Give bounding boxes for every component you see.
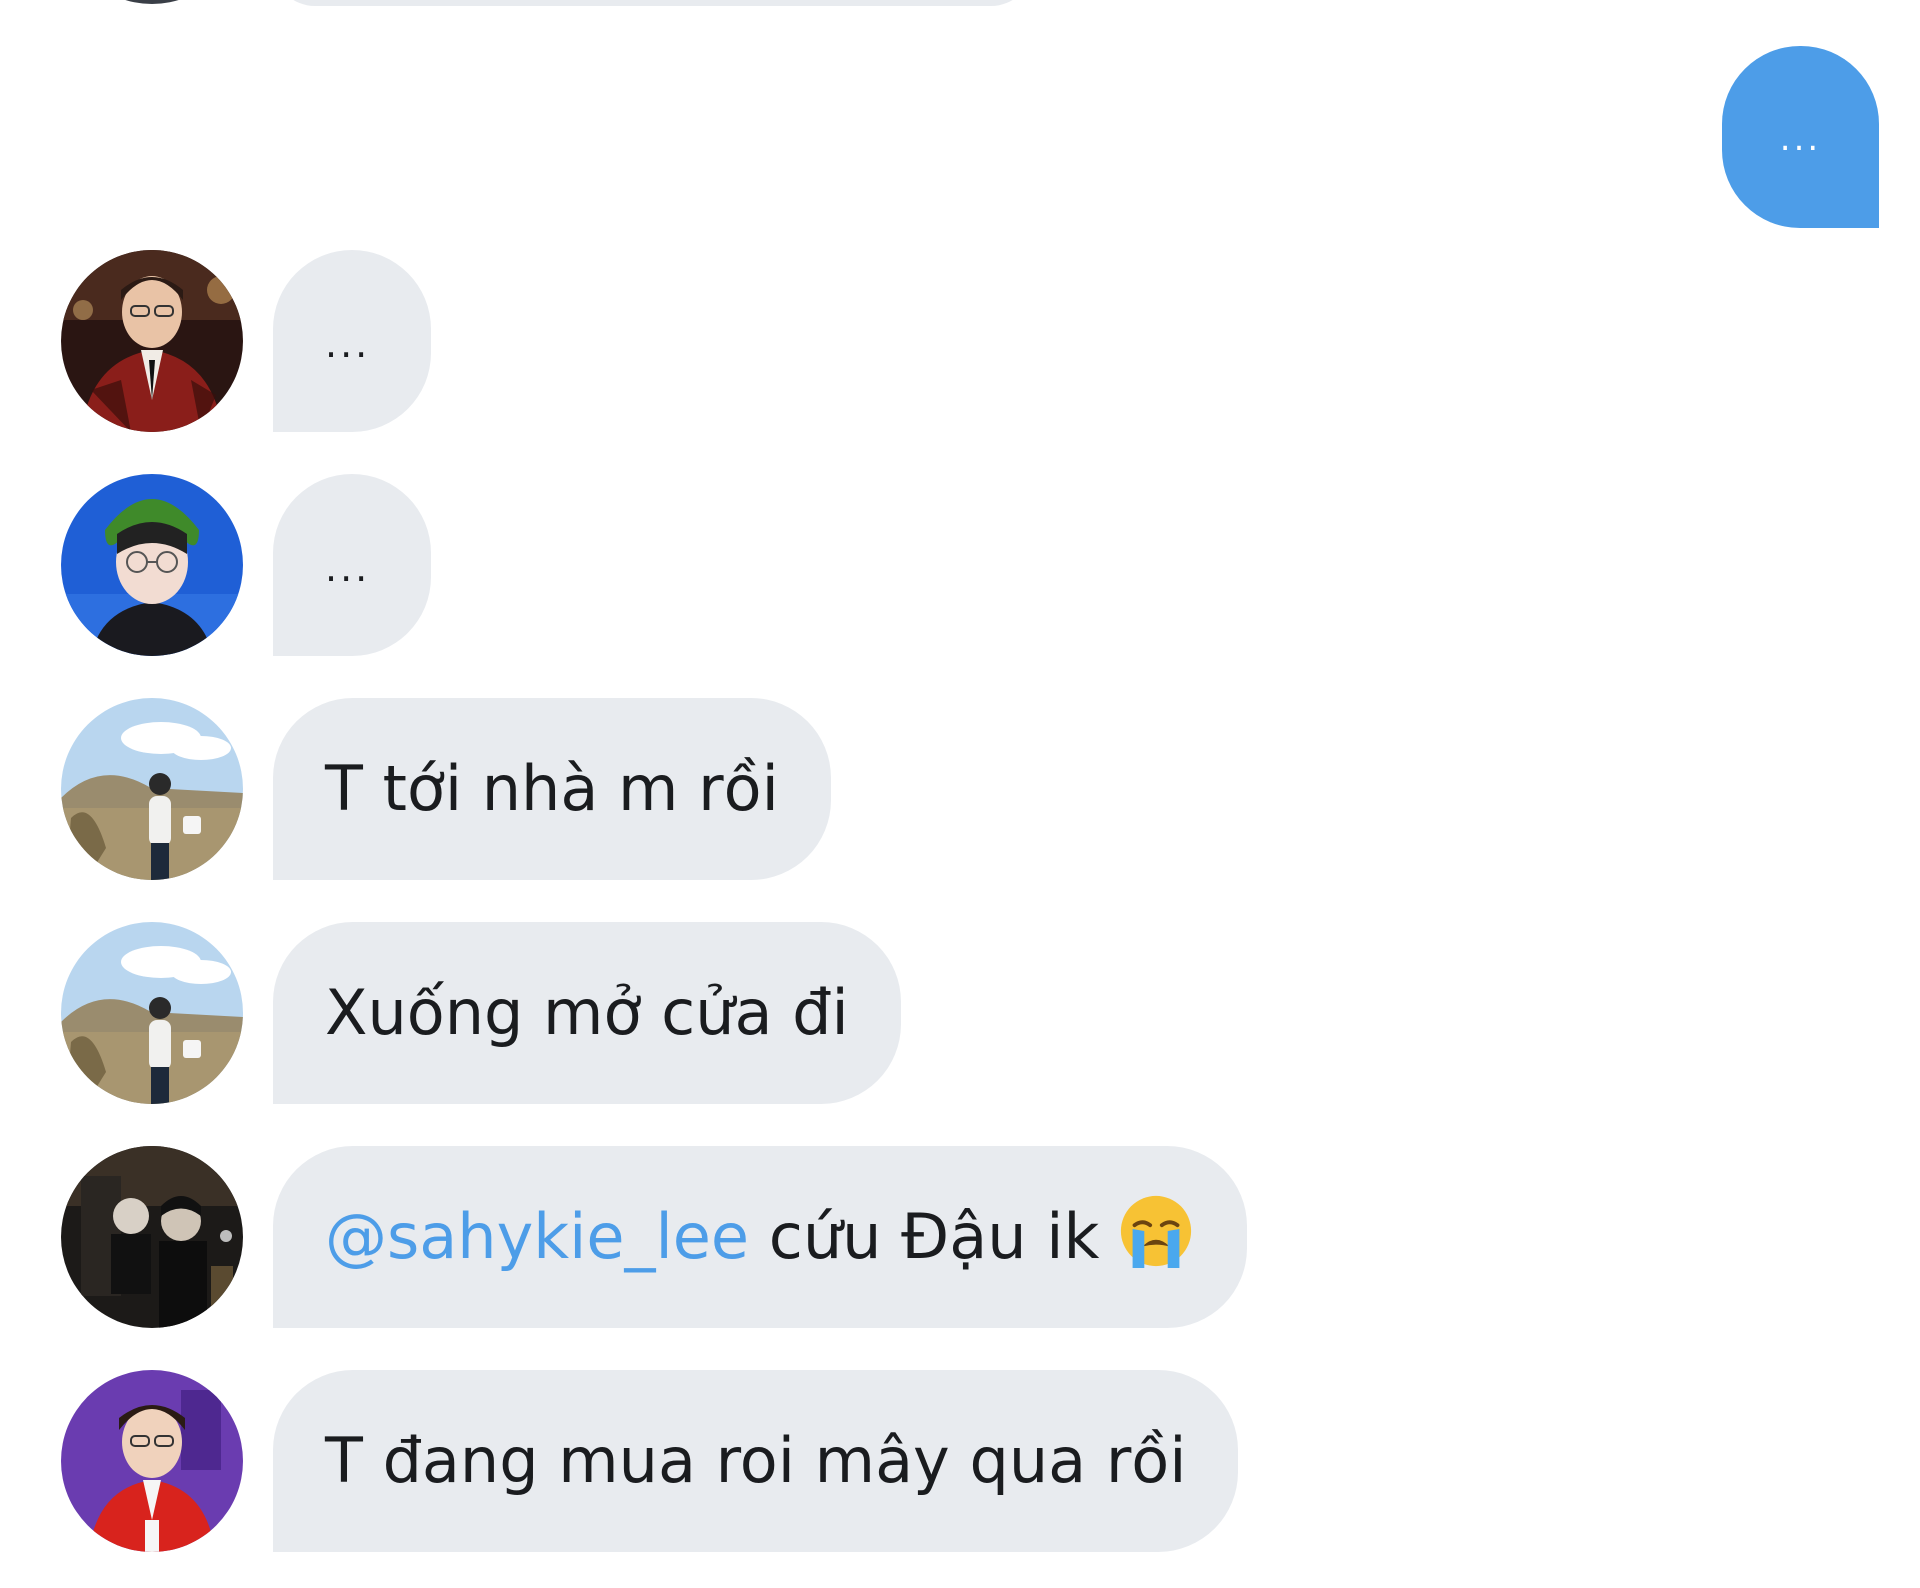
loudly-crying-face-icon: [1121, 1195, 1192, 1269]
avatar-dark-photo[interactable]: [61, 1146, 243, 1328]
avatar-red-jacket[interactable]: [61, 250, 243, 432]
avatar-green-beanie[interactable]: [61, 474, 243, 656]
message-bubble[interactable]: ...: [273, 250, 431, 432]
message-bubble[interactable]: Xuống mở cửa đi: [273, 922, 901, 1104]
avatar[interactable]: [61, 0, 243, 4]
avatar-purple-red[interactable]: [61, 1370, 243, 1552]
message-bubble[interactable]: @sahykie_lee cứu Đậu ik: [273, 1146, 1248, 1328]
message-bubble[interactable]: T đang mua roi mây qua rồi: [273, 1370, 1239, 1552]
typing-dots: ...: [1779, 119, 1822, 159]
message-text: T tới nhà m rồi: [325, 752, 779, 825]
message-text: ...: [325, 546, 371, 590]
avatar-field-photo[interactable]: [61, 698, 243, 880]
outgoing-message-bubble[interactable]: ...: [1722, 46, 1879, 228]
message-text: @sahykie_lee cứu Đậu ik: [325, 1206, 1099, 1268]
avatar-field-photo[interactable]: [61, 922, 243, 1104]
message-text: Xuống mở cửa đi: [325, 976, 849, 1049]
message-bubble-partial[interactable]: [273, 0, 1033, 6]
message-bubble[interactable]: T tới nhà m rồi: [273, 698, 831, 880]
message-text: ...: [325, 322, 371, 366]
message-text: T đang mua roi mây qua rồi: [325, 1424, 1187, 1497]
message-text-body: cứu Đậu ik: [749, 1200, 1100, 1273]
user-mention-link[interactable]: @sahykie_lee: [325, 1200, 749, 1273]
message-bubble[interactable]: ...: [273, 474, 431, 656]
